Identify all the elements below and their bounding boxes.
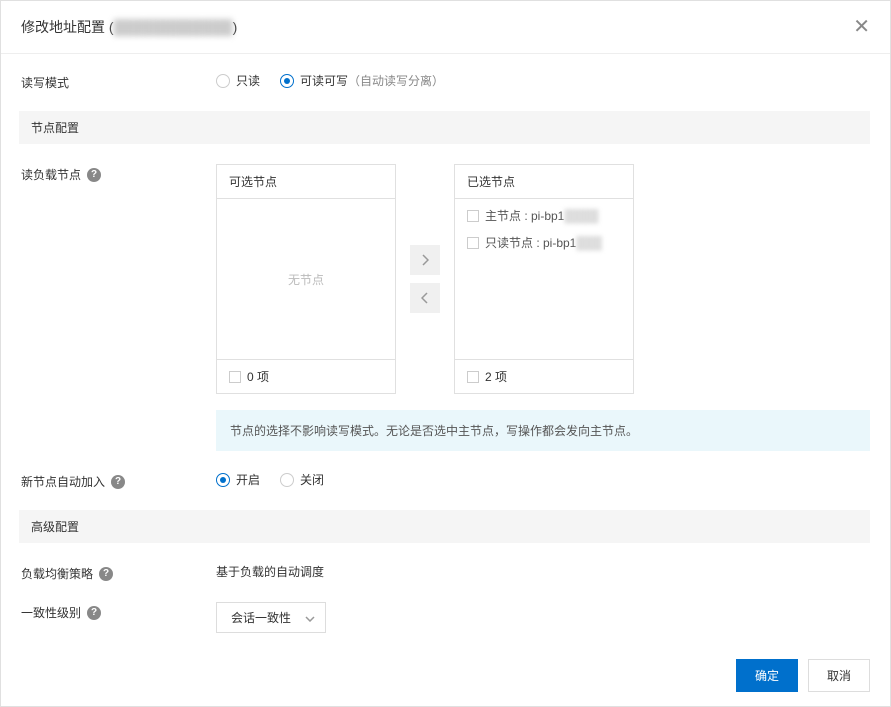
row-lb-strategy: 负载均衡策略 ? 基于负载的自动调度: [21, 563, 870, 582]
node-selection-tip: 节点的选择不影响读写模式。无论是否选中主节点，写操作都会发向主节点。: [216, 410, 870, 451]
chevron-down-icon: [305, 611, 315, 625]
node-prefix: 只读节点 : pi-bp1: [485, 236, 576, 250]
label-load-nodes: 读负载节点 ?: [21, 164, 216, 183]
checkbox-icon[interactable]: [467, 210, 479, 222]
chevron-left-icon: [421, 292, 429, 304]
radio-readwrite-label: 可读可写（自动读写分离）: [300, 72, 444, 89]
label-rw-mode-text: 读写模式: [21, 74, 69, 91]
label-load-nodes-text: 读负载节点: [21, 166, 81, 183]
title-redacted: ████████████: [114, 19, 233, 35]
modal-dialog: 修改地址配置 (████████████) ✕ 读写模式 只读 可读可写（自动读…: [0, 0, 891, 707]
transfer-available-count: 0 项: [247, 368, 269, 385]
label-lb-strategy-text: 负载均衡策略: [21, 565, 93, 582]
help-icon[interactable]: ?: [111, 475, 125, 489]
modal-title: 修改地址配置 (████████████): [21, 17, 237, 37]
row-rw-mode: 读写模式 只读 可读可写（自动读写分离）: [21, 72, 870, 91]
radio-auto-join-on[interactable]: 开启: [216, 471, 260, 488]
help-icon[interactable]: ?: [87, 606, 101, 620]
label-lb-strategy: 负载均衡策略 ?: [21, 563, 216, 582]
label-consistency-text: 一致性级别: [21, 604, 81, 621]
radio-readwrite-text: 可读可写: [300, 74, 348, 88]
checkbox-icon[interactable]: [229, 371, 241, 383]
help-icon[interactable]: ?: [99, 567, 113, 581]
label-consistency: 一致性级别 ?: [21, 602, 216, 621]
transfer-available-footer: 0 项: [217, 359, 395, 393]
consistency-select[interactable]: 会话一致性: [216, 602, 326, 633]
lb-strategy-value: 基于负载的自动调度: [216, 563, 870, 580]
help-icon[interactable]: ?: [87, 168, 101, 182]
transfer-selected-title: 已选节点: [455, 165, 633, 199]
title-prefix: 修改地址配置 (: [21, 19, 114, 35]
transfer-available-body: 无节点: [217, 199, 395, 359]
title-suffix: ): [233, 19, 238, 35]
transfer-empty-text: 无节点: [288, 271, 324, 288]
modal-header: 修改地址配置 (████████████) ✕: [1, 1, 890, 54]
cancel-button[interactable]: 取消: [808, 659, 870, 692]
move-right-button[interactable]: [410, 245, 440, 275]
radio-circle-icon: [216, 473, 230, 487]
modal-body: 读写模式 只读 可读可写（自动读写分离） 节点配置 读负载节点: [1, 54, 890, 645]
consistency-select-value: 会话一致性: [231, 609, 291, 626]
radio-on-label: 开启: [236, 471, 260, 488]
close-icon[interactable]: ✕: [853, 17, 870, 37]
transfer-selected: 已选节点 主节点 : pi-bp1████ 只读节点 : pi-bp1███: [454, 164, 634, 394]
move-left-button[interactable]: [410, 283, 440, 313]
node-redacted: ████: [564, 209, 598, 223]
radio-auto-join-off[interactable]: 关闭: [280, 471, 324, 488]
node-item[interactable]: 只读节点 : pi-bp1███: [467, 234, 621, 251]
radio-circle-icon: [216, 74, 230, 88]
rw-mode-options: 只读 可读可写（自动读写分离）: [216, 72, 870, 89]
label-auto-join: 新节点自动加入 ?: [21, 471, 216, 490]
modal-footer: 确定 取消: [1, 645, 890, 706]
auto-join-options: 开启 关闭: [216, 471, 870, 488]
radio-readonly[interactable]: 只读: [216, 72, 260, 89]
radio-readwrite-hint: （自动读写分离）: [348, 74, 444, 88]
transfer-controls: [406, 164, 444, 394]
transfer-selected-count: 2 项: [485, 368, 507, 385]
checkbox-icon[interactable]: [467, 371, 479, 383]
transfer-selected-body: 主节点 : pi-bp1████ 只读节点 : pi-bp1███: [455, 199, 633, 359]
radio-off-label: 关闭: [300, 471, 324, 488]
load-nodes-content: 可选节点 无节点 0 项: [216, 164, 870, 451]
ok-button[interactable]: 确定: [736, 659, 798, 692]
transfer-widget: 可选节点 无节点 0 项: [216, 164, 870, 394]
node-prefix: 主节点 : pi-bp1: [485, 209, 564, 223]
label-auto-join-text: 新节点自动加入: [21, 473, 105, 490]
row-consistency: 一致性级别 ? 会话一致性: [21, 602, 870, 633]
node-redacted: ███: [576, 236, 602, 250]
transfer-available-title: 可选节点: [217, 165, 395, 199]
radio-readwrite[interactable]: 可读可写（自动读写分离）: [280, 72, 444, 89]
section-node-config: 节点配置: [19, 111, 870, 144]
node-item-label: 主节点 : pi-bp1████: [485, 207, 598, 224]
section-advanced-config: 高级配置: [19, 510, 870, 543]
row-auto-join: 新节点自动加入 ? 开启 关闭: [21, 471, 870, 490]
node-item[interactable]: 主节点 : pi-bp1████: [467, 207, 621, 224]
transfer-available: 可选节点 无节点 0 项: [216, 164, 396, 394]
radio-circle-icon: [280, 74, 294, 88]
chevron-right-icon: [421, 254, 429, 266]
label-rw-mode: 读写模式: [21, 72, 216, 91]
transfer-selected-footer: 2 项: [455, 359, 633, 393]
consistency-content: 会话一致性: [216, 602, 870, 633]
radio-readonly-label: 只读: [236, 72, 260, 89]
row-load-nodes: 读负载节点 ? 可选节点 无节点 0 项: [21, 164, 870, 451]
node-item-label: 只读节点 : pi-bp1███: [485, 234, 602, 251]
radio-circle-icon: [280, 473, 294, 487]
checkbox-icon[interactable]: [467, 237, 479, 249]
